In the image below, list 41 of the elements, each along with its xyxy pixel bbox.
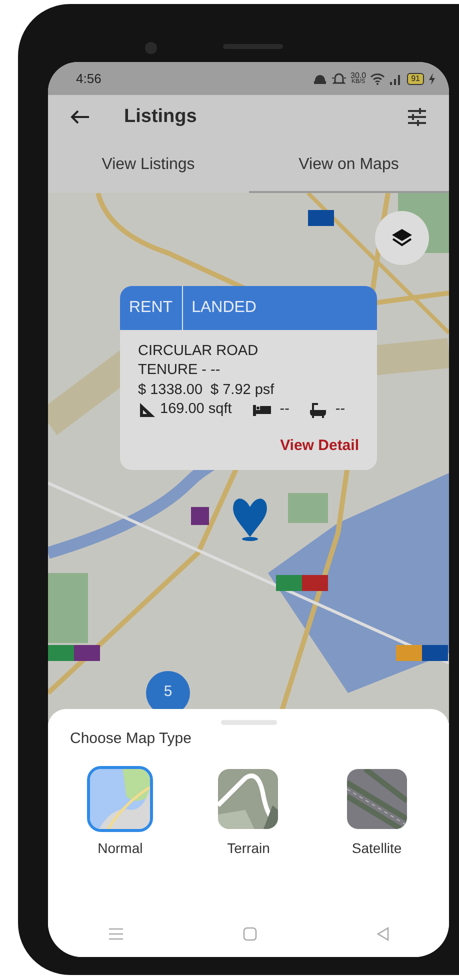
bedroom-count: -- bbox=[280, 400, 290, 420]
filter-button[interactable] bbox=[407, 108, 427, 126]
normal-map-thumbnail bbox=[90, 769, 150, 829]
listing-price: $ 1338.00 bbox=[138, 380, 203, 400]
home-icon[interactable] bbox=[242, 927, 256, 941]
listing-tag: LANDED bbox=[182, 286, 266, 330]
network-speed: 30.0 bbox=[350, 72, 366, 80]
bathroom-count: -- bbox=[335, 400, 346, 420]
page-title: Listings bbox=[124, 104, 197, 129]
sheet-title: Choose Map Type bbox=[69, 728, 192, 748]
drag-handle[interactable] bbox=[220, 720, 276, 724]
tab[interactable]: View Listings bbox=[48, 138, 248, 192]
back-icon[interactable] bbox=[376, 927, 390, 941]
price-per-sqft: $ 7.92 psf bbox=[210, 380, 274, 400]
listing-marker[interactable] bbox=[48, 644, 100, 660]
listing-popup[interactable]: RENT LANDED CIRCULAR ROAD TENURE - -- $ 1338.00 $ 7.92 psf 169.00 sqft -- -- View Detail bbox=[120, 286, 377, 470]
listing-marker[interactable] bbox=[276, 574, 328, 590]
terrain-map-thumbnail bbox=[218, 769, 278, 829]
listing-tenure: TENURE - -- bbox=[138, 361, 222, 380]
map-type-option[interactable]: Normal bbox=[65, 766, 176, 859]
charging-icon bbox=[428, 72, 435, 85]
listing-address: CIRCULAR ROAD bbox=[138, 342, 260, 360]
view-detail-link[interactable]: View Detail bbox=[280, 436, 359, 456]
battery-level: 91 bbox=[407, 72, 424, 85]
listing-marker[interactable] bbox=[308, 210, 334, 226]
back-arrow-icon bbox=[70, 108, 90, 125]
listing-marker[interactable] bbox=[396, 644, 448, 660]
wifi-icon bbox=[370, 72, 386, 85]
floor-area: 169.00 sqft bbox=[160, 400, 232, 420]
bathtub-icon bbox=[309, 402, 328, 418]
bed-icon bbox=[252, 402, 272, 417]
map-type-option[interactable]: Terrain bbox=[193, 766, 304, 859]
menu-icon[interactable] bbox=[108, 927, 124, 941]
status-time: 4:56 bbox=[76, 70, 102, 88]
satellite-map-thumbnail bbox=[346, 769, 407, 829]
layers-icon bbox=[391, 226, 413, 248]
listing-tag: RENT bbox=[120, 286, 182, 330]
map-type-option[interactable]: Satellite bbox=[322, 766, 432, 859]
back-button[interactable] bbox=[70, 108, 90, 125]
sliders-icon bbox=[407, 108, 427, 126]
listing-marker[interactable] bbox=[191, 506, 209, 524]
